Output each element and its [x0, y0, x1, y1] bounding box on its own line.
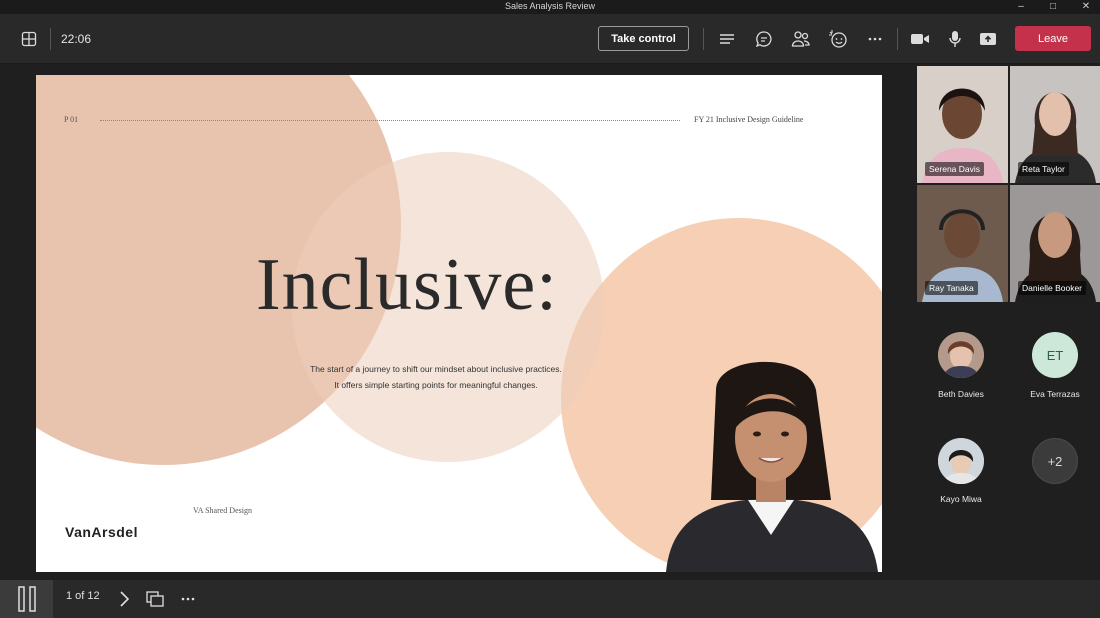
video-tile[interactable]: Ray Tanaka	[917, 185, 1008, 302]
chevron-right-icon[interactable]	[112, 587, 136, 611]
more-icon[interactable]	[176, 587, 200, 611]
slide-header-right: FY 21 Inclusive Design Guideline	[694, 115, 804, 124]
shared-content-stage: P 01 FY 21 Inclusive Design Guideline In…	[0, 65, 913, 580]
video-tile[interactable]: Reta Taylor	[1010, 66, 1100, 183]
slide-subtitle-line: The start of a journey to shift our mind…	[310, 364, 562, 374]
share-icon[interactable]	[976, 27, 1000, 51]
chat-list-icon[interactable]	[715, 27, 739, 51]
participant-name: Serena Davis	[925, 162, 985, 176]
presentation-controls: 1 of 12	[0, 580, 1100, 618]
vanarsdel-logo: VanArsdel	[65, 524, 138, 540]
video-tile[interactable]: Danielle Booker	[1010, 185, 1100, 302]
participant-name: Ray Tanaka	[925, 281, 978, 295]
slide-headline: Inclusive:	[256, 244, 558, 326]
maximize-icon[interactable]: □	[1038, 0, 1068, 14]
take-control-button[interactable]: Take control	[598, 26, 689, 51]
people-icon[interactable]	[789, 27, 813, 51]
avatar-photo-icon	[938, 438, 984, 484]
slide-page-marker: P 01	[64, 115, 79, 124]
slide-page-count: 1 of 12	[66, 590, 100, 602]
video-tile[interactable]: Serena Davis	[917, 66, 1008, 183]
avatar-photo-icon	[938, 332, 984, 378]
participant-name: Reta Taylor	[1018, 162, 1069, 176]
meeting-toolbar: 22:06 Take control Leave	[0, 14, 1100, 64]
participant-avatar[interactable]	[938, 438, 984, 484]
participant-name: Eva Terrazas	[1030, 389, 1080, 399]
slide-subtitle-line: It offers simple starting points for mea…	[334, 380, 538, 390]
leave-button[interactable]: Leave	[1015, 26, 1091, 51]
title-bar: Sales Analysis Review – □ ✕	[0, 0, 1100, 14]
overflow-count: +2	[1047, 453, 1063, 469]
avatar-initials: ET	[1046, 347, 1064, 363]
more-participants-button[interactable]: +2	[1032, 438, 1078, 484]
grid-icon[interactable]	[17, 27, 41, 51]
presenter-video	[666, 361, 878, 572]
slides-icon[interactable]	[143, 587, 167, 611]
meeting-timer: 22:06	[61, 32, 92, 46]
slide-footer-label: VA Shared Design	[193, 506, 252, 515]
mic-icon[interactable]	[943, 27, 967, 51]
dotted-divider	[100, 120, 680, 121]
slide-subtitle: The start of a journey to shift our mind…	[236, 361, 636, 393]
chat-icon[interactable]	[752, 27, 776, 51]
presentation-slide: P 01 FY 21 Inclusive Design Guideline In…	[36, 75, 882, 572]
camera-icon[interactable]	[908, 27, 932, 51]
close-icon[interactable]: ✕	[1071, 0, 1100, 14]
pause-icon[interactable]	[0, 580, 53, 618]
participant-avatar[interactable]: ET	[1032, 332, 1078, 378]
more-icon[interactable]	[863, 27, 887, 51]
participant-avatar[interactable]	[938, 332, 984, 378]
minimize-icon[interactable]: –	[1006, 0, 1036, 14]
participant-name: Danielle Booker	[1018, 281, 1087, 295]
reactions-icon[interactable]	[826, 27, 850, 51]
window-title: Sales Analysis Review	[504, 1, 596, 11]
participant-name: Kayo Miwa	[940, 494, 982, 504]
participant-name: Beth Davies	[938, 389, 984, 399]
